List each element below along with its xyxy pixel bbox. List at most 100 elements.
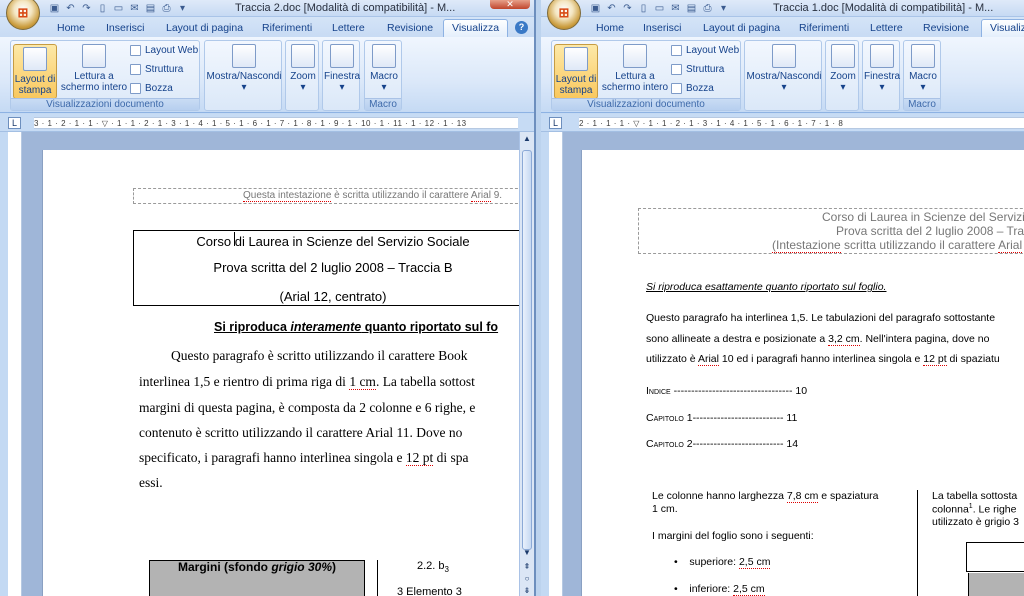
print-preview-icon[interactable]: ▤ [144,3,157,15]
print-layout-label-1: Layout di [555,74,597,85]
show-hide-button[interactable]: Mostra/Nascondi ▾ [746,44,822,93]
open-folder-icon[interactable]: ▭ [112,3,125,15]
body-paragraph-line-3: utilizzato è Arial 10 ed i paragrafi han… [646,353,1000,366]
outline-label: Struttura [686,64,725,75]
print-layout-button[interactable]: Layout di stampa [13,44,57,99]
title-box-line-3: (Arial 12, centrato) [279,289,387,304]
tab-home[interactable]: Home [57,22,85,34]
scroll-up-arrow-icon[interactable]: ▲ [522,134,532,144]
word-window-right: ▣ ↶ ↷ ▯ ▭ ✉ ▤ ⎙ ▾ Traccia 1.doc [Modalit… [541,0,1024,596]
scrollbar-thumb[interactable] [522,150,532,550]
new-document-icon[interactable]: ▯ [96,3,109,15]
text-cursor [234,232,235,246]
customize-toolbar-icon[interactable]: ▾ [717,3,730,15]
print-icon[interactable]: ⎙ [160,3,173,15]
tab-selector-icon[interactable]: L [549,117,562,129]
web-layout-label: Layout Web [686,45,740,56]
print-layout-label-1: Layout di [14,74,56,85]
toc-entry-indice: Indice ---------------------------------… [646,385,808,397]
draft-icon [130,83,141,94]
title-bar: ▣ ↶ ↷ ▯ ▭ ✉ ▤ ⎙ ▾ Traccia 1.doc [Modalit… [541,0,1024,17]
save-icon[interactable]: ▣ [589,3,602,15]
zoom-dropdown-icon: ▾ [300,82,306,93]
draft-label: Bozza [686,83,714,94]
web-layout-button[interactable]: Layout Web [671,45,739,56]
tab-riferimenti[interactable]: Riferimenti [262,22,312,34]
window-button[interactable]: Finestra ▾ [864,44,900,93]
ruler-scale[interactable]: 3 · 1 · 2 · 1 · 1 · ▽ · 1 · 1 · 2 · 1 · … [34,117,518,129]
scroll-down-arrow-icon[interactable]: ▼ [522,548,532,558]
macro-button[interactable]: Macro ▾ [905,44,941,93]
close-button[interactable]: ✕ [490,0,530,9]
macro-button[interactable]: Macro ▾ [366,44,402,93]
tab-visualizza[interactable]: Visualiz [981,19,1024,38]
margins-intro: I margini del foglio sono i seguenti: [652,530,814,542]
print-layout-button[interactable]: Layout di stampa [554,44,598,99]
print-preview-icon[interactable]: ▤ [685,3,698,15]
zoom-button[interactable]: Zoom ▾ [827,44,859,93]
window-title: Traccia 1.doc [Modalità di compatibilità… [773,2,994,14]
undo-icon[interactable]: ↶ [605,3,618,15]
draft-button[interactable]: Bozza [130,83,173,94]
email-icon[interactable]: ✉ [669,3,682,15]
redo-icon[interactable]: ↷ [80,3,93,15]
macro-icon [372,44,396,68]
group-zoom: Zoom ▾ [825,40,859,111]
redo-icon[interactable]: ↷ [621,3,634,15]
document-page: Questa intestazione è scritta utilizzand… [42,150,533,596]
tab-revisione[interactable]: Revisione [923,22,969,34]
quick-access-toolbar: ▣ ↶ ↷ ▯ ▭ ✉ ▤ ⎙ ▾ [48,1,189,16]
tab-layout-pagina[interactable]: Layout di pagina [166,22,243,34]
previous-page-icon[interactable]: ⇞ [522,562,532,572]
group-label-macro: Macro [904,98,940,110]
browse-object-icon[interactable]: ○ [522,574,532,584]
vertical-scrollbar[interactable]: ▲ ▼ ⇞ ○ ⇟ [519,132,534,596]
tab-lettere[interactable]: Lettere [332,22,365,34]
zoom-label: Zoom [830,71,856,82]
open-folder-icon[interactable]: ▭ [653,3,666,15]
new-document-icon[interactable]: ▯ [637,3,650,15]
group-macro: Macro ▾ Macro [903,40,941,111]
bullet-item-superiore: • superiore: 2,5 cm [674,556,771,569]
vertical-ruler [8,132,22,596]
full-screen-reading-label-1: Lettura a [615,71,655,82]
ruler-scale[interactable]: 2 · 1 · 1 · 1 · ▽ · 1 · 1 · 2 · 1 · 3 · … [579,117,1024,129]
next-page-icon[interactable]: ⇟ [522,586,532,596]
tab-riferimenti[interactable]: Riferimenti [799,22,849,34]
group-window: Finestra ▾ [322,40,360,111]
body-paragraph-line-4: contenuto è scritto utilizzando il carat… [139,425,463,440]
tab-visualizza[interactable]: Visualizza [443,19,509,38]
undo-icon[interactable]: ↶ [64,3,77,15]
email-icon[interactable]: ✉ [128,3,141,15]
tab-lettere[interactable]: Lettere [870,22,903,34]
full-screen-reading-label-2: schermo intero [601,82,669,93]
help-icon[interactable]: ? [515,21,528,34]
column-divider [377,560,378,596]
full-screen-reading-button[interactable]: Lettura a schermo intero [59,44,129,93]
tab-layout-pagina[interactable]: Layout di pagina [703,22,780,34]
zoom-button[interactable]: Zoom ▾ [287,44,319,93]
outline-button[interactable]: Struttura [130,64,183,75]
tab-revisione[interactable]: Revisione [387,22,433,34]
tab-inserisci[interactable]: Inserisci [106,22,145,34]
window-label: Finestra [324,71,361,82]
margins-table-header: Margini (sfondo grigio 30%) [177,560,336,574]
tab-home[interactable]: Home [596,22,624,34]
office-logo-icon: ⊞ [558,5,570,20]
ribbon: Layout di stampa Lettura a schermo inter… [541,37,1024,113]
print-icon[interactable]: ⎙ [701,3,714,15]
body-paragraph-line-2: sono allineate a destra e posizionate a … [646,333,990,346]
outline-button[interactable]: Struttura [671,64,724,75]
draft-icon [671,83,682,94]
document-page: Corso di Laurea in Scienze del Servizio … [581,150,1024,596]
save-icon[interactable]: ▣ [48,3,61,15]
customize-toolbar-icon[interactable]: ▾ [176,3,189,15]
draft-button[interactable]: Bozza [671,83,714,94]
show-hide-button[interactable]: Mostra/Nascondi ▾ [206,44,282,93]
window-button[interactable]: Finestra ▾ [324,44,360,93]
instruction-line: Si riproduca esattamente quanto riportat… [646,281,887,293]
tab-inserisci[interactable]: Inserisci [643,22,682,34]
tab-selector-icon[interactable]: L [8,117,21,129]
web-layout-button[interactable]: Layout Web [130,45,198,56]
full-screen-reading-button[interactable]: Lettura a schermo intero [600,44,670,93]
